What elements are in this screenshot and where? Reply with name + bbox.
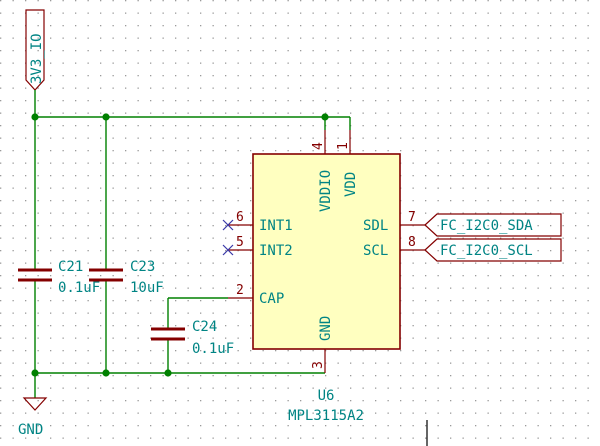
pin-3-number: 3	[311, 361, 326, 369]
power-flag-label: 3V3_IO	[29, 33, 45, 84]
net-label-scl-text: FC_I2C0_SCL	[440, 243, 533, 259]
pin-7-number: 7	[408, 210, 416, 225]
pin-5-number: 5	[236, 235, 244, 250]
pin-scl-name: SCL	[363, 243, 388, 259]
pin-8-number: 8	[408, 235, 416, 250]
pin-2-number: 2	[236, 283, 244, 298]
c24-value: 0.1uF	[192, 341, 234, 357]
net-label-sda-text: FC_I2C0_SDA	[440, 218, 533, 234]
c23-ref: C23	[130, 259, 155, 275]
junction-dot	[164, 369, 172, 377]
c23-value: 10uF	[130, 280, 164, 296]
c24-ref: C24	[192, 319, 217, 335]
c21-value: 0.1uF	[58, 280, 100, 296]
c21-ref: C21	[58, 259, 83, 275]
pin-4-number: 4	[311, 142, 326, 150]
junction-dot	[102, 369, 110, 377]
pin-gnd-name: GND	[318, 316, 334, 341]
junction-dot	[31, 369, 39, 377]
pin-vddio-name: VDDIO	[318, 170, 334, 212]
ground-label: GND	[18, 422, 43, 438]
pin-cap-name: CAP	[259, 291, 284, 307]
pin-int1-name: INT1	[259, 218, 293, 234]
junction-dot	[321, 113, 329, 121]
ic-part-number: MPL3115A2	[288, 408, 364, 424]
pin-sdl-name: SDL	[363, 218, 388, 234]
pin-vdd-name: VDD	[343, 172, 359, 197]
pin-int2-name: INT2	[259, 243, 293, 259]
pin-6-number: 6	[236, 210, 244, 225]
pin-1-number: 1	[336, 142, 351, 150]
ic-reference: U6	[318, 388, 335, 404]
schematic-canvas: 3V3_IO C21 0.1uF C23 10uF C24 0.1uF 4 1 …	[0, 0, 600, 446]
junction-dot	[31, 113, 39, 121]
junction-dot	[102, 113, 110, 121]
